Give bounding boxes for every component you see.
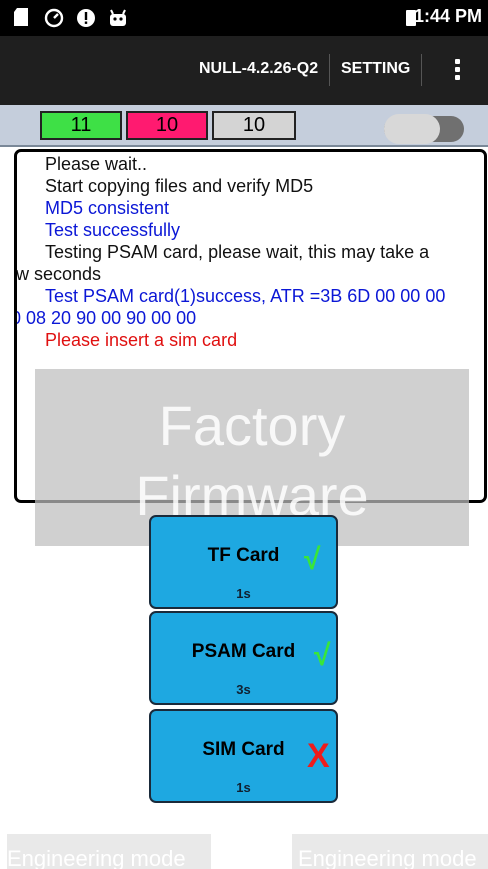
setting-button[interactable]: SETTING <box>341 60 410 78</box>
log-line: Start copying files and verify MD5 <box>45 176 314 196</box>
engineering-mode-button-left[interactable]: Engineering mode <box>7 834 211 869</box>
auto-test-toggle[interactable] <box>384 114 464 144</box>
toolbar-divider <box>329 54 330 86</box>
sim-card-test-button[interactable]: SIM Card X 1s <box>149 709 338 803</box>
more-vert-icon[interactable] <box>452 56 462 88</box>
watermark-line: Factory <box>158 394 346 457</box>
test-label: PSAM Card <box>191 641 296 662</box>
status-bar: 1:44 PM <box>0 0 488 36</box>
app-toolbar: NULL-4.2.26-Q2 SETTING <box>0 36 488 105</box>
sd-card-icon <box>14 8 28 30</box>
tf-card-test-button[interactable]: TF Card √ 1s <box>149 515 338 609</box>
log-line: 90 08 20 90 00 90 00 00 <box>14 308 197 328</box>
log-line: Testing PSAM card, please wait, this may… <box>45 242 430 262</box>
log-line: Test successfully <box>45 220 181 240</box>
check-icon: √ <box>314 639 331 672</box>
engineering-mode-button-right[interactable]: Engineering mode <box>292 834 488 869</box>
log-line: Test PSAM card(1)success, ATR =3B 6D 00 … <box>45 286 446 306</box>
alert-icon <box>76 8 96 32</box>
log-line: Please wait.. <box>45 154 148 174</box>
check-icon: √ <box>304 543 321 576</box>
toolbar-divider <box>421 54 422 86</box>
pass-counter: 11 <box>40 111 122 140</box>
test-duration: 1s <box>236 780 251 795</box>
log-line: Please insert a sim card <box>45 330 238 350</box>
test-duration: 3s <box>236 682 251 697</box>
speedometer-icon <box>44 8 64 32</box>
android-icon <box>108 8 128 32</box>
counter-bar: 11 10 10 <box>0 105 488 147</box>
fail-counter: 10 <box>126 111 208 140</box>
toggle-knob[interactable] <box>384 114 440 144</box>
log-line: few seconds <box>16 264 102 284</box>
version-button[interactable]: NULL-4.2.26-Q2 <box>199 60 318 78</box>
cross-icon: X <box>307 737 330 775</box>
log-line: MD5 consistent <box>45 198 170 218</box>
total-counter: 10 <box>212 111 296 140</box>
psam-card-test-button[interactable]: PSAM Card √ 3s <box>149 611 338 705</box>
test-duration: 1s <box>236 586 251 601</box>
status-time: 1:44 PM <box>413 6 482 26</box>
